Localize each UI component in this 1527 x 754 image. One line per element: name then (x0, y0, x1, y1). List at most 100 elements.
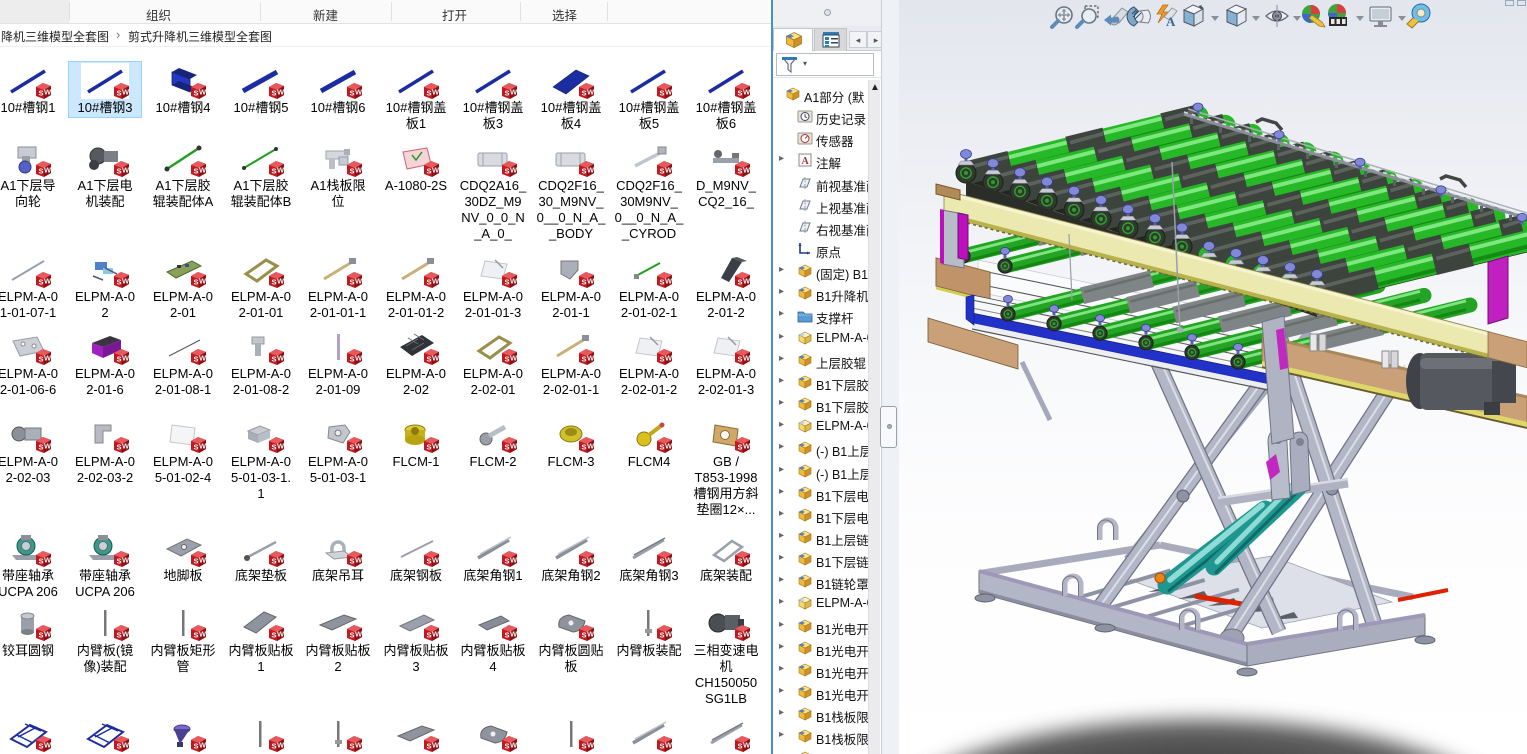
svg-text:W: W (743, 442, 751, 451)
svg-text:A: A (1166, 14, 1176, 29)
svg-text:S: S (738, 89, 743, 98)
svg-text:W: W (122, 277, 130, 286)
svg-text:W: W (44, 277, 52, 286)
svg-text:S: S (194, 167, 199, 176)
svg-text:S: S (660, 89, 665, 98)
svg-text:S: S (738, 631, 743, 640)
svg-text:S: S (582, 89, 587, 98)
svg-text:S: S (582, 443, 587, 452)
svg-text:W: W (277, 556, 285, 565)
svg-text:S: S (117, 557, 122, 566)
svg-text:W: W (432, 630, 440, 639)
svg-text:S: S (272, 742, 277, 751)
svg-text:S: S (350, 167, 355, 176)
svg-text:W: W (277, 88, 285, 97)
svg-text:W: W (277, 741, 285, 750)
svg-text:S: S (427, 355, 432, 364)
svg-text:S: S (39, 167, 44, 176)
svg-text:S: S (350, 631, 355, 640)
svg-text:W: W (355, 277, 363, 286)
svg-text:S: S (427, 557, 432, 566)
svg-text:S: S (738, 355, 743, 364)
svg-text:W: W (432, 442, 440, 451)
svg-text:W: W (510, 166, 518, 175)
svg-text:W: W (587, 277, 595, 286)
svg-text:S: S (117, 742, 122, 751)
svg-text:W: W (44, 442, 52, 451)
svg-text:S: S (738, 167, 743, 176)
svg-text:S: S (582, 631, 587, 640)
svg-text:S: S (350, 557, 355, 566)
svg-text:W: W (432, 556, 440, 565)
svg-text:W: W (665, 556, 673, 565)
svg-text:W: W (44, 741, 52, 750)
svg-text:S: S (505, 89, 510, 98)
svg-text:W: W (355, 88, 363, 97)
svg-text:W: W (743, 354, 751, 363)
svg-text:S: S (738, 278, 743, 287)
svg-text:W: W (665, 166, 673, 175)
svg-text:S: S (582, 557, 587, 566)
svg-text:S: S (117, 355, 122, 364)
svg-text:S: S (117, 167, 122, 176)
svg-text:W: W (665, 630, 673, 639)
svg-text:S: S (272, 167, 277, 176)
svg-text:S: S (427, 742, 432, 751)
svg-text:W: W (510, 88, 518, 97)
svg-text:S: S (350, 742, 355, 751)
svg-text:S: S (738, 557, 743, 566)
svg-text:W: W (277, 442, 285, 451)
svg-text:W: W (587, 88, 595, 97)
svg-text:S: S (39, 557, 44, 566)
svg-text:W: W (44, 166, 52, 175)
svg-text:W: W (122, 630, 130, 639)
svg-text:W: W (199, 630, 207, 639)
svg-text:S: S (350, 278, 355, 287)
svg-text:S: S (427, 89, 432, 98)
svg-text:S: S (272, 631, 277, 640)
svg-text:W: W (510, 442, 518, 451)
svg-text:W: W (44, 88, 52, 97)
svg-text:S: S (117, 631, 122, 640)
svg-text:W: W (432, 88, 440, 97)
svg-text:S: S (660, 631, 665, 640)
svg-text:S: S (39, 742, 44, 751)
svg-text:W: W (587, 354, 595, 363)
svg-text:S: S (350, 443, 355, 452)
svg-text:W: W (355, 166, 363, 175)
svg-text:W: W (355, 442, 363, 451)
svg-text:W: W (355, 354, 363, 363)
svg-text:S: S (738, 443, 743, 452)
svg-text:S: S (39, 89, 44, 98)
svg-text:W: W (122, 166, 130, 175)
svg-text:S: S (194, 443, 199, 452)
svg-text:S: S (194, 631, 199, 640)
svg-text:W: W (665, 741, 673, 750)
svg-text:W: W (510, 741, 518, 750)
svg-text:W: W (122, 741, 130, 750)
svg-text:S: S (505, 631, 510, 640)
svg-text:S: S (505, 742, 510, 751)
svg-text:S: S (39, 278, 44, 287)
svg-text:W: W (665, 277, 673, 286)
svg-text:S: S (660, 278, 665, 287)
svg-text:S: S (194, 742, 199, 751)
svg-text:S: S (505, 167, 510, 176)
svg-text:S: S (505, 557, 510, 566)
svg-text:S: S (194, 278, 199, 287)
svg-text:W: W (199, 556, 207, 565)
svg-text:W: W (432, 741, 440, 750)
svg-text:W: W (122, 88, 130, 97)
svg-text:W: W (44, 630, 52, 639)
svg-text:W: W (122, 442, 130, 451)
svg-text:S: S (194, 557, 199, 566)
svg-text:W: W (587, 556, 595, 565)
svg-text:W: W (432, 354, 440, 363)
svg-text:W: W (355, 556, 363, 565)
svg-text:W: W (355, 741, 363, 750)
svg-text:S: S (660, 167, 665, 176)
svg-text:W: W (355, 630, 363, 639)
svg-text:W: W (199, 442, 207, 451)
svg-text:W: W (587, 166, 595, 175)
svg-text:W: W (587, 741, 595, 750)
